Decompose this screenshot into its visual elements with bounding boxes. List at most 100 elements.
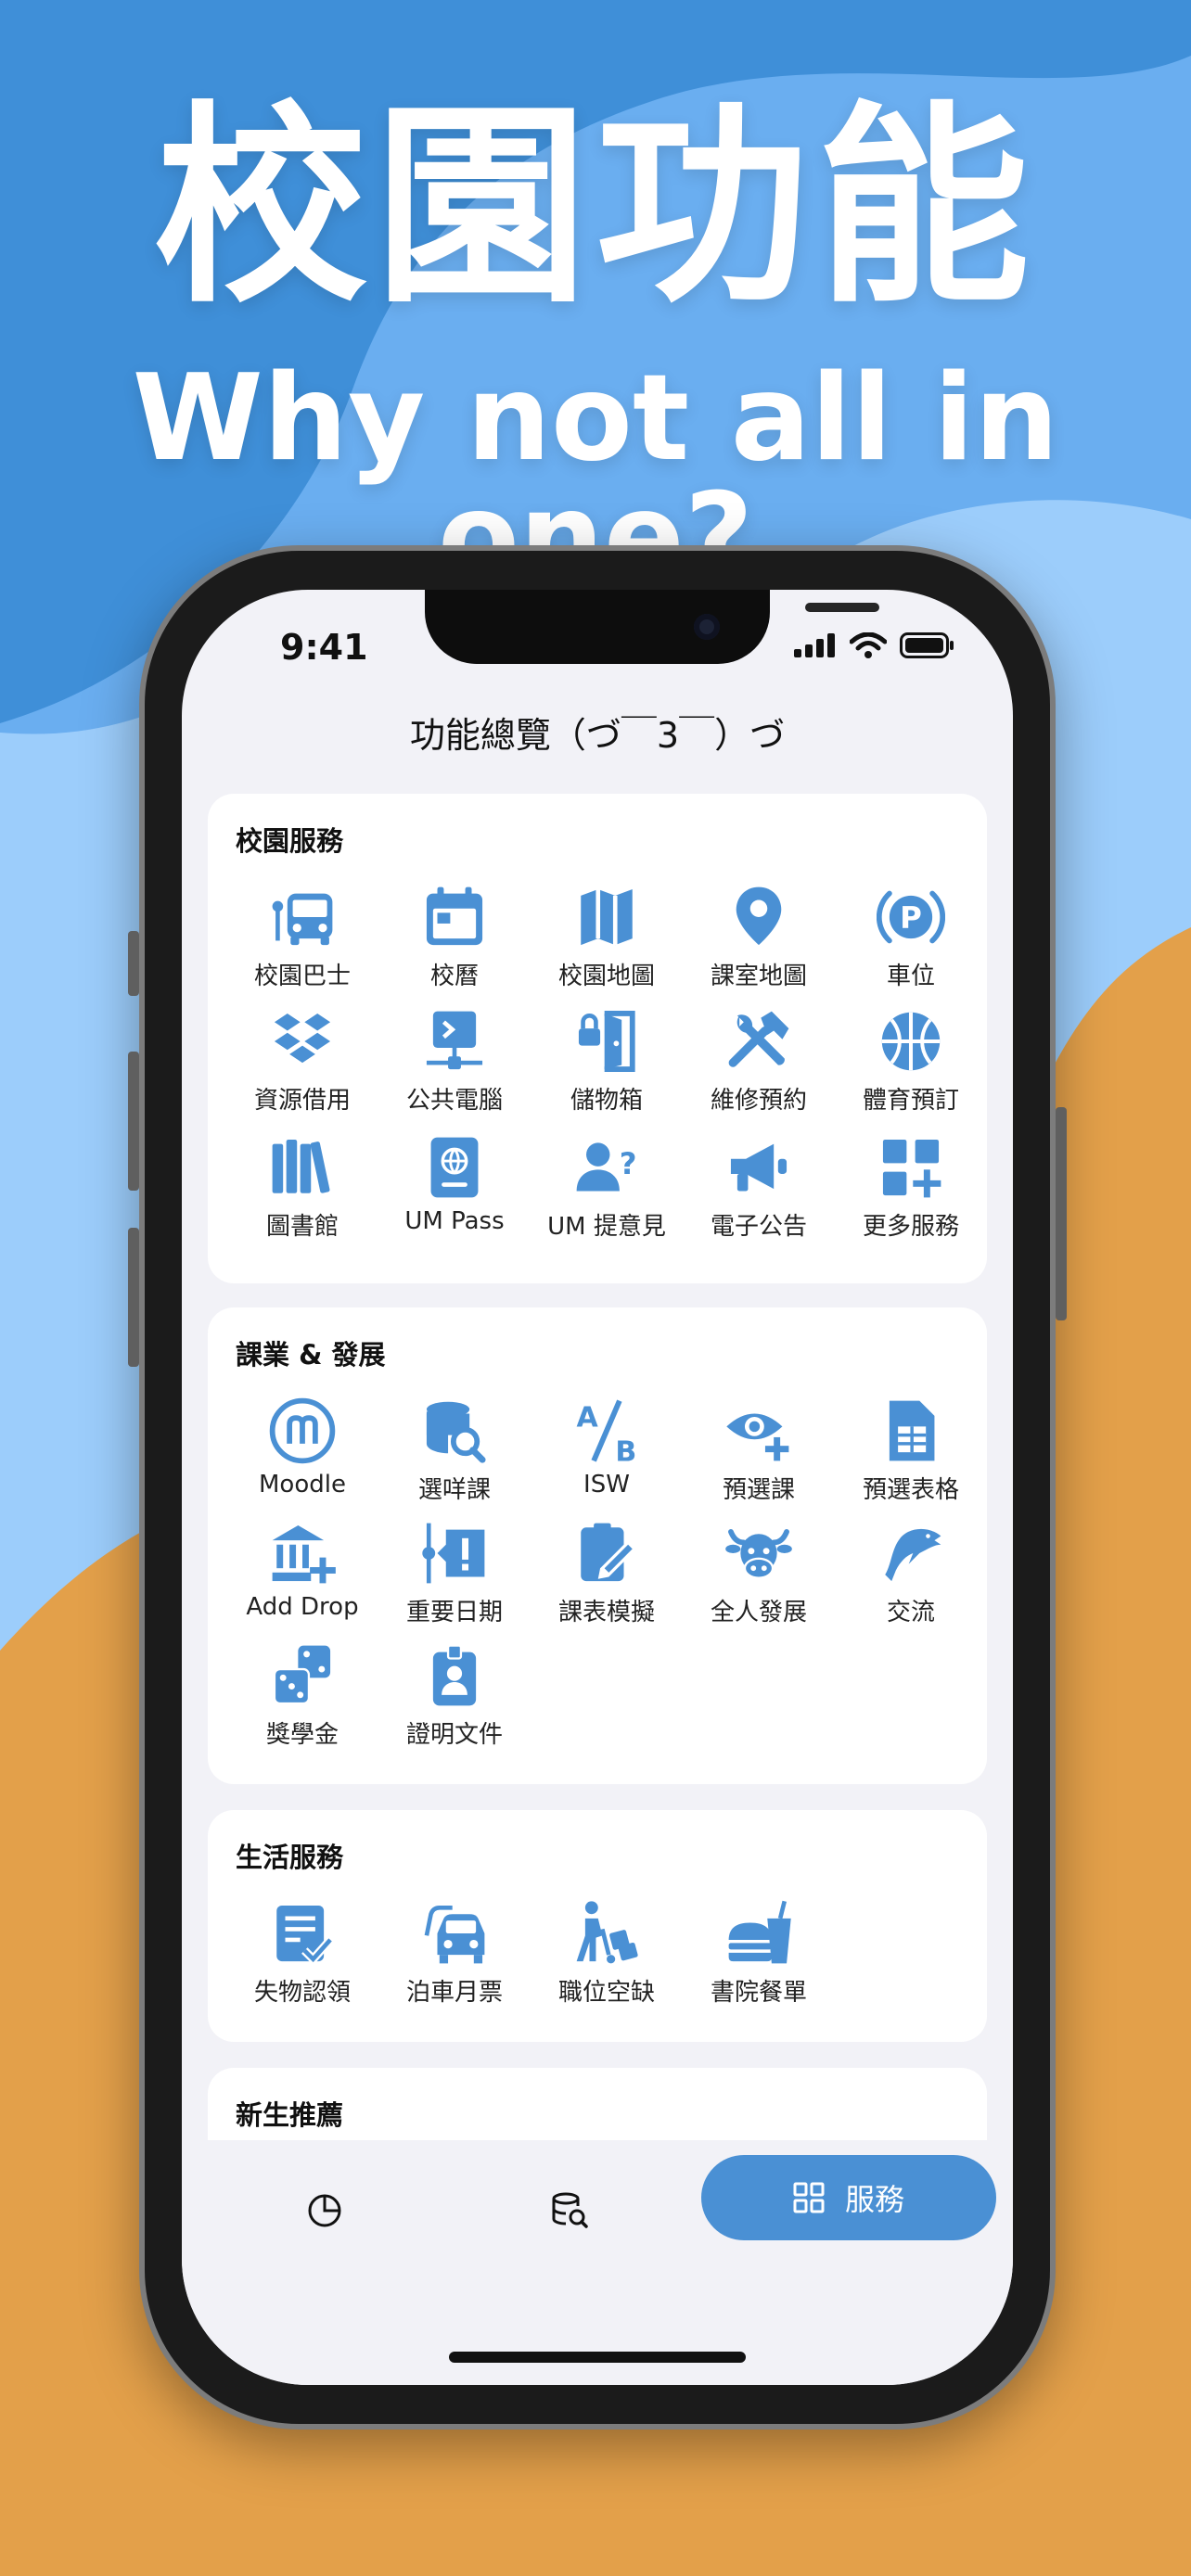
mute-switch (128, 931, 139, 996)
tile-label: 證明文件 (405, 1721, 503, 1749)
tile-campus-bus[interactable]: 校園巴士 (226, 883, 378, 994)
phone-frame: 9:41 功能總覽（づ￣3￣）づ 校園服務 校園巴士 校曆 校園地圖 課室地圖 … (128, 545, 1067, 2429)
tab-overview[interactable] (302, 2188, 347, 2233)
tile-locker[interactable]: 儲物箱 (531, 1007, 683, 1118)
car-icon (420, 1899, 489, 1968)
tab-course-search[interactable] (547, 2188, 592, 2233)
tile-e-notice[interactable]: 電子公告 (683, 1133, 835, 1244)
tile-label: 交流 (886, 1599, 935, 1626)
tile-preselection[interactable]: 預選課 (683, 1396, 835, 1508)
tile-timetable-simulator[interactable]: 課表模擬 (531, 1519, 683, 1630)
home-indicator[interactable] (449, 2352, 746, 2363)
tile-library[interactable]: 圖書館 (226, 1133, 378, 1244)
nav-title: 功能總覽（づ￣3￣）づ (409, 715, 786, 756)
locker-icon (572, 1007, 641, 1076)
svg-text:?: ? (620, 1146, 637, 1181)
section-study-development: 課業 & 發展 Moodle 選咩課 AB ISW 預選課 預選表格 Add D… (208, 1307, 987, 1784)
tools-icon (724, 1007, 793, 1076)
lost-found-icon (268, 1899, 337, 1968)
section-freshman-recommendations: 新生推薦 (208, 2068, 987, 2140)
tile-more-services[interactable]: 更多服務 (835, 1133, 987, 1244)
timeline-alert-icon (420, 1519, 489, 1588)
megaphone-icon (724, 1133, 793, 1202)
tile-parking[interactable]: P 車位 (835, 883, 987, 994)
section-title: 新生推薦 (236, 2099, 344, 2131)
battery-icon (900, 632, 954, 658)
section-campus-services: 校園服務 校園巴士 校曆 校園地圖 課室地圖 P 車位 資源借用 公共電腦 儲物… (208, 794, 987, 1283)
tile-job-vacancies[interactable]: 職位空缺 (531, 1899, 683, 2010)
section-title: 校園服務 (236, 825, 344, 857)
clipboard-edit-icon (572, 1519, 641, 1588)
tile-isw[interactable]: AB ISW (531, 1396, 683, 1508)
ab-icon: AB (572, 1396, 641, 1465)
section-title: 生活服務 (236, 1842, 344, 1873)
document-table-icon (877, 1396, 945, 1465)
burger-drink-icon (724, 1899, 793, 1968)
tile-label: 更多服務 (862, 1213, 959, 1241)
tile-course-search[interactable]: 選咩課 (378, 1396, 531, 1508)
tile-scholarship[interactable]: 獎學金 (226, 1641, 378, 1753)
tile-resource-booking[interactable]: 資源借用 (226, 1007, 378, 1118)
parking-icon: P (877, 883, 945, 951)
tile-important-dates[interactable]: 重要日期 (378, 1519, 531, 1630)
tile-um-pass[interactable]: UM Pass (378, 1133, 531, 1244)
status-time: 9:41 (280, 627, 368, 668)
tile-exchange[interactable]: 交流 (835, 1519, 987, 1630)
section-title: 課業 & 發展 (236, 1339, 386, 1371)
tile-um-feedback[interactable]: ? UM 提意見 (531, 1133, 683, 1244)
eye-plus-icon (724, 1396, 793, 1465)
worker-trolley-icon (572, 1899, 641, 1968)
tile-calendar[interactable]: 校曆 (378, 883, 531, 994)
services-scroll[interactable]: 校園服務 校園巴士 校曆 校園地圖 課室地圖 P 車位 資源借用 公共電腦 儲物… (182, 794, 1013, 2140)
tile-lost-found[interactable]: 失物認領 (226, 1899, 378, 2010)
user-question-icon: ? (572, 1133, 641, 1202)
pie-chart-icon (308, 2194, 341, 2227)
tab-services-label: 服務 (844, 2182, 904, 2217)
tile-label: 書院餐單 (710, 1979, 807, 2007)
basketball-icon (877, 1007, 945, 1076)
status-icons (794, 632, 955, 658)
location-pin-icon (724, 883, 793, 951)
speaker (805, 603, 879, 612)
tile-repair-booking[interactable]: 維修預約 (683, 1007, 835, 1118)
bank-plus-icon (268, 1519, 337, 1588)
passport-icon (420, 1133, 489, 1202)
dice-icon (268, 1641, 337, 1710)
svg-text:P: P (900, 900, 922, 936)
tile-label: 體育預訂 (862, 1087, 959, 1115)
hero-title: 校園功能 (153, 84, 1037, 332)
grid-plus-icon (877, 1133, 945, 1202)
volume-down-button (128, 1228, 139, 1367)
section-life-services: 生活服務 失物認領 泊車月票 職位空缺 書院餐單 (208, 1810, 987, 2042)
database-search-icon (552, 2192, 588, 2228)
tile-classroom-map[interactable]: 課室地圖 (683, 883, 835, 994)
dolphin-icon (877, 1519, 945, 1588)
tile-add-drop[interactable]: Add Drop (226, 1519, 378, 1630)
notch (425, 590, 879, 664)
map-icon (572, 883, 641, 951)
tile-whole-person[interactable]: 全人發展 (683, 1519, 835, 1630)
tab-services[interactable]: 服務 (701, 2155, 996, 2240)
grid-icon (793, 2182, 825, 2213)
svg-text:A: A (577, 1401, 599, 1434)
tab-bar: 服務 (182, 2140, 1013, 2385)
tile-moodle[interactable]: Moodle (226, 1396, 378, 1508)
tile-parking-pass[interactable]: 泊車月票 (378, 1899, 531, 2010)
tile-label: 預選表格 (862, 1476, 959, 1504)
library-icon (268, 1133, 337, 1202)
tile-certificates[interactable]: 證明文件 (378, 1641, 531, 1753)
volume-up-button (128, 1052, 139, 1191)
screen: 9:41 功能總覽（づ￣3￣）づ 校園服務 校園巴士 校曆 校園地圖 課室地圖 … (182, 590, 1013, 2385)
tile-preselection-form[interactable]: 預選表格 (835, 1396, 987, 1508)
front-camera (694, 614, 720, 640)
tile-college-menu[interactable]: 書院餐單 (683, 1899, 835, 2010)
badge-icon (420, 1641, 489, 1710)
tile-public-computer[interactable]: 公共電腦 (378, 1007, 531, 1118)
moodle-icon (268, 1396, 337, 1465)
tile-sports-booking[interactable]: 體育預訂 (835, 1007, 987, 1118)
tile-campus-map[interactable]: 校園地圖 (531, 883, 683, 994)
wifi-icon (850, 632, 887, 658)
dropbox-icon (268, 1007, 337, 1076)
computer-network-icon (420, 1007, 489, 1076)
tile-label: 車位 (886, 963, 935, 990)
